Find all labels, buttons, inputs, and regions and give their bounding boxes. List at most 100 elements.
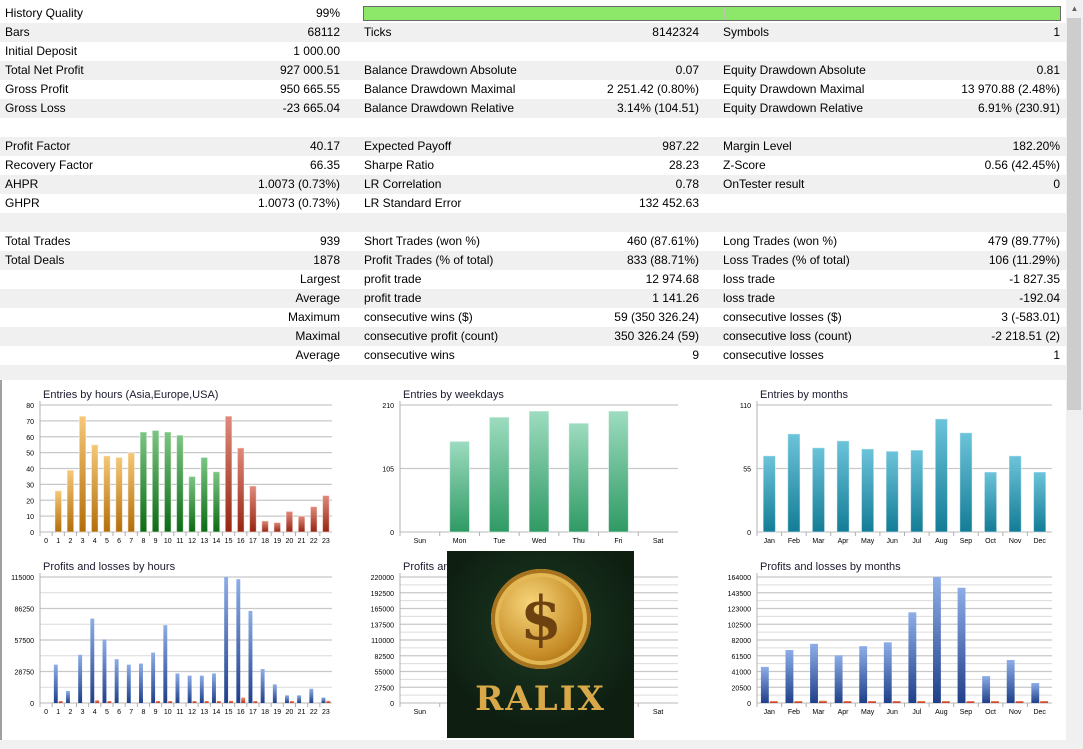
x-tick-label: 4 [93,538,97,545]
x-tick-label: 18 [261,538,269,545]
bar [608,410,629,533]
y-tick-label: 164000 [728,575,751,582]
profit-bar [859,646,868,703]
loss-bar [892,701,901,703]
x-tick-label: May [861,709,875,716]
x-tick-label: Dec [1033,709,1046,716]
profit-bar [212,673,216,703]
profit-bar [785,649,794,703]
x-tick-label: Aug [935,538,948,545]
bar [273,521,282,533]
bar [188,475,196,533]
bar [127,452,136,533]
profit-bar [272,684,277,703]
chart-title: Entries by hours (Asia,Europe,USA) [43,389,218,401]
profit-bar [90,618,95,703]
profit-bar [933,577,941,703]
y-tick-label: 0 [747,701,751,708]
x-tick-label: 7 [129,538,133,545]
loss-bar [991,701,999,703]
bar [139,431,148,533]
x-tick-label: 11 [176,709,183,716]
profit-bar [321,697,326,703]
bar [200,456,209,533]
bar [297,515,306,533]
x-tick-label: 19 [273,538,281,545]
y-tick-label: 50 [26,451,34,458]
loss-bar [1040,701,1049,703]
bar [176,434,184,533]
profit-bar [102,639,107,703]
profit-bar [810,643,818,703]
bar [322,494,330,533]
loss-bar [107,701,112,703]
x-tick-label: Jul [912,709,921,716]
profit-bar [309,688,314,703]
scrollbar-thumb[interactable] [1067,18,1081,410]
bar [885,450,899,533]
x-tick-label: 0 [44,709,48,716]
bar [959,432,973,533]
x-tick-label: 8 [141,538,145,545]
x-tick-label: 14 [213,709,221,716]
loss-bar [941,701,950,703]
bar [488,416,510,533]
profit-bar [760,666,769,703]
x-tick-label: 16 [237,709,245,716]
x-tick-label: 23 [322,538,330,545]
y-tick-label: 70 [26,419,34,426]
x-tick-label: Sep [960,538,973,545]
x-tick-label: Jun [887,709,898,716]
x-tick-label: 18 [261,709,269,716]
x-tick-label: Mon [453,538,467,545]
bar [528,410,550,533]
x-tick-label: Oct [985,538,996,545]
x-tick-label: 9 [154,709,158,716]
bar [261,520,269,533]
profit-bar [883,642,892,703]
y-tick-label: 210 [382,403,394,410]
y-tick-label: 86250 [15,607,35,614]
ralix-logo: $ RALIX [447,551,634,738]
bar [78,415,87,533]
bar [309,506,318,533]
x-tick-label: 23 [322,709,330,716]
logo-text: RALIX [475,679,606,719]
y-tick-label: 20500 [732,685,752,692]
loss-bar [917,701,926,703]
chart-title: Profits and losses by hours [43,561,176,573]
profit-bar [53,664,58,703]
x-tick-label: 10 [164,538,172,545]
y-tick-label: 30 [26,482,34,489]
y-tick-label: 82500 [375,654,395,661]
y-tick-label: 55000 [375,670,395,677]
x-tick-label: Thu [573,538,585,545]
bar [115,456,123,533]
loss-bar [818,700,827,703]
x-tick-label: 5 [105,538,109,545]
bar [983,471,998,533]
profit-bar [175,673,180,703]
bar [934,418,949,533]
bar [224,415,233,533]
profit-bar [163,625,168,703]
x-tick-label: 10 [164,709,172,716]
x-tick-label: 11 [176,538,183,545]
scroll-up-arrow-icon[interactable]: ▲ [1066,0,1083,17]
bar [811,447,826,533]
x-tick-label: Dec [1033,538,1046,545]
y-tick-label: 28750 [15,670,35,677]
chart-title: Profits and losses by months [760,561,901,573]
profit-bar [114,659,119,703]
loss-bar [192,701,197,703]
loss-bar [204,701,209,703]
bar [787,433,801,533]
bar [910,449,924,533]
x-tick-label: 4 [93,709,97,716]
chart-title: Entries by months [760,389,849,401]
profit-bar [126,664,131,703]
x-tick-label: Nov [1009,538,1022,545]
y-tick-label: 102500 [728,622,751,629]
y-tick-label: 40 [26,467,34,474]
loss-bar [229,700,233,703]
